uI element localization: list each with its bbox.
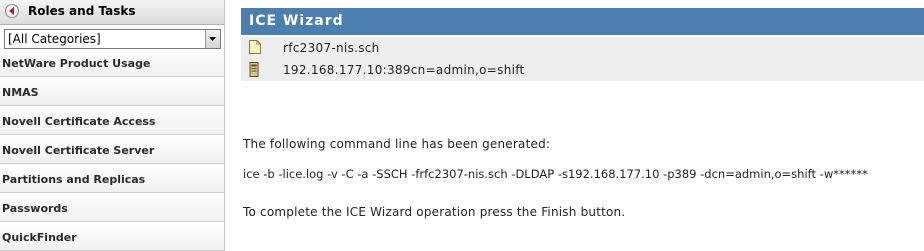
task-nmas[interactable]: NMAS bbox=[0, 78, 224, 106]
destination-server: 192.168.177.10:389cn=admin,o=shift bbox=[283, 63, 525, 77]
task-label: NMAS bbox=[2, 86, 39, 99]
task-quickfinder[interactable]: QuickFinder bbox=[0, 223, 224, 251]
wizard-title: ICE Wizard bbox=[249, 13, 344, 29]
category-select-value: [All Categories] bbox=[8, 32, 101, 46]
panel-title: Roles and Tasks bbox=[28, 4, 136, 18]
generated-label: The following command line has been gene… bbox=[243, 137, 551, 151]
task-label: Passwords bbox=[2, 202, 68, 215]
document-icon bbox=[249, 40, 261, 54]
collapse-left-icon bbox=[9, 7, 14, 15]
chevron-down-icon bbox=[209, 37, 216, 41]
source-file-row: rfc2307-nis.sch bbox=[241, 37, 924, 59]
task-label: Novell Certificate Server bbox=[2, 144, 155, 157]
source-file-name: rfc2307-nis.sch bbox=[283, 41, 380, 55]
server-icon bbox=[249, 62, 259, 77]
roles-and-tasks-panel: Roles and Tasks [All Categories] NetWare… bbox=[0, 0, 225, 251]
task-partitions-and-replicas[interactable]: Partitions and Replicas bbox=[0, 165, 224, 193]
task-label: Novell Certificate Access bbox=[2, 115, 156, 128]
category-select[interactable]: [All Categories] bbox=[4, 29, 221, 49]
task-passwords[interactable]: Passwords bbox=[0, 194, 224, 222]
task-label: QuickFinder bbox=[2, 231, 77, 244]
command-line: ice -b -lice.log -v -C -a -SSCH -frfc230… bbox=[243, 167, 868, 181]
task-netware-product-usage[interactable]: NetWare Product Usage bbox=[0, 49, 224, 77]
wizard-header: ICE Wizard bbox=[241, 8, 924, 35]
collapse-panel-button[interactable] bbox=[5, 4, 19, 18]
category-dropdown-button[interactable] bbox=[205, 30, 220, 48]
destination-row: 192.168.177.10:389cn=admin,o=shift bbox=[241, 59, 924, 81]
task-novell-certificate-server[interactable]: Novell Certificate Server bbox=[0, 136, 224, 164]
finish-instruction: To complete the ICE Wizard operation pre… bbox=[243, 205, 626, 219]
task-label: NetWare Product Usage bbox=[2, 57, 151, 70]
panel-header: Roles and Tasks bbox=[0, 0, 224, 25]
task-novell-certificate-access[interactable]: Novell Certificate Access bbox=[0, 107, 224, 135]
task-label: Partitions and Replicas bbox=[2, 173, 146, 186]
